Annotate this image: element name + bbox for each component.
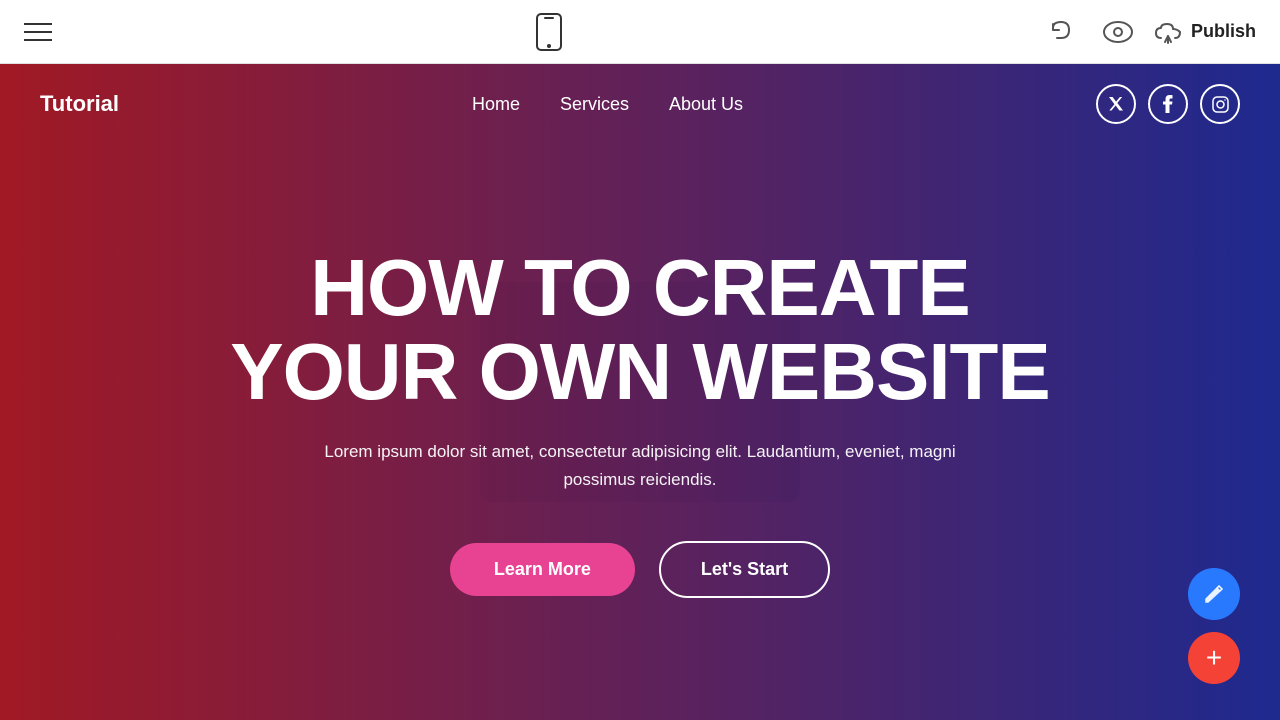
- hero-title-line2: YOUR OWN WEBSITE: [230, 327, 1050, 416]
- hero-subtitle: Lorem ipsum dolor sit amet, consectetur …: [290, 438, 990, 492]
- edit-fab-button[interactable]: [1188, 568, 1240, 620]
- mobile-preview-button[interactable]: [535, 12, 563, 52]
- site-nav-links: Home Services About Us: [472, 94, 743, 115]
- publish-label: Publish: [1191, 21, 1256, 42]
- social-links: [1096, 84, 1240, 124]
- site-navbar: Tutorial Home Services About Us: [0, 64, 1280, 144]
- undo-button[interactable]: [1047, 18, 1075, 46]
- hero-section: Tutorial Home Services About Us: [0, 64, 1280, 720]
- preview-button[interactable]: [1103, 21, 1133, 43]
- instagram-button[interactable]: [1200, 84, 1240, 124]
- facebook-button[interactable]: [1148, 84, 1188, 124]
- site-logo: Tutorial: [40, 91, 119, 117]
- toolbar: Publish: [0, 0, 1280, 64]
- add-icon: +: [1206, 644, 1222, 672]
- toolbar-center: [535, 12, 563, 52]
- publish-button[interactable]: Publish: [1153, 20, 1256, 44]
- add-fab-button[interactable]: +: [1188, 632, 1240, 684]
- toolbar-right: Publish: [1047, 18, 1256, 46]
- hero-title-line1: HOW TO CREATE: [310, 243, 970, 332]
- learn-more-button[interactable]: Learn More: [450, 543, 635, 596]
- toolbar-left: [24, 23, 52, 41]
- hero-buttons: Learn More Let's Start: [450, 541, 830, 598]
- nav-link-about[interactable]: About Us: [669, 94, 743, 115]
- cloud-upload-icon: [1153, 20, 1183, 44]
- lets-start-button[interactable]: Let's Start: [659, 541, 830, 598]
- menu-button[interactable]: [24, 23, 52, 41]
- hero-title: HOW TO CREATE YOUR OWN WEBSITE: [230, 246, 1050, 414]
- nav-link-services[interactable]: Services: [560, 94, 629, 115]
- twitter-button[interactable]: [1096, 84, 1136, 124]
- nav-link-home[interactable]: Home: [472, 94, 520, 115]
- website-preview: Tutorial Home Services About Us: [0, 64, 1280, 720]
